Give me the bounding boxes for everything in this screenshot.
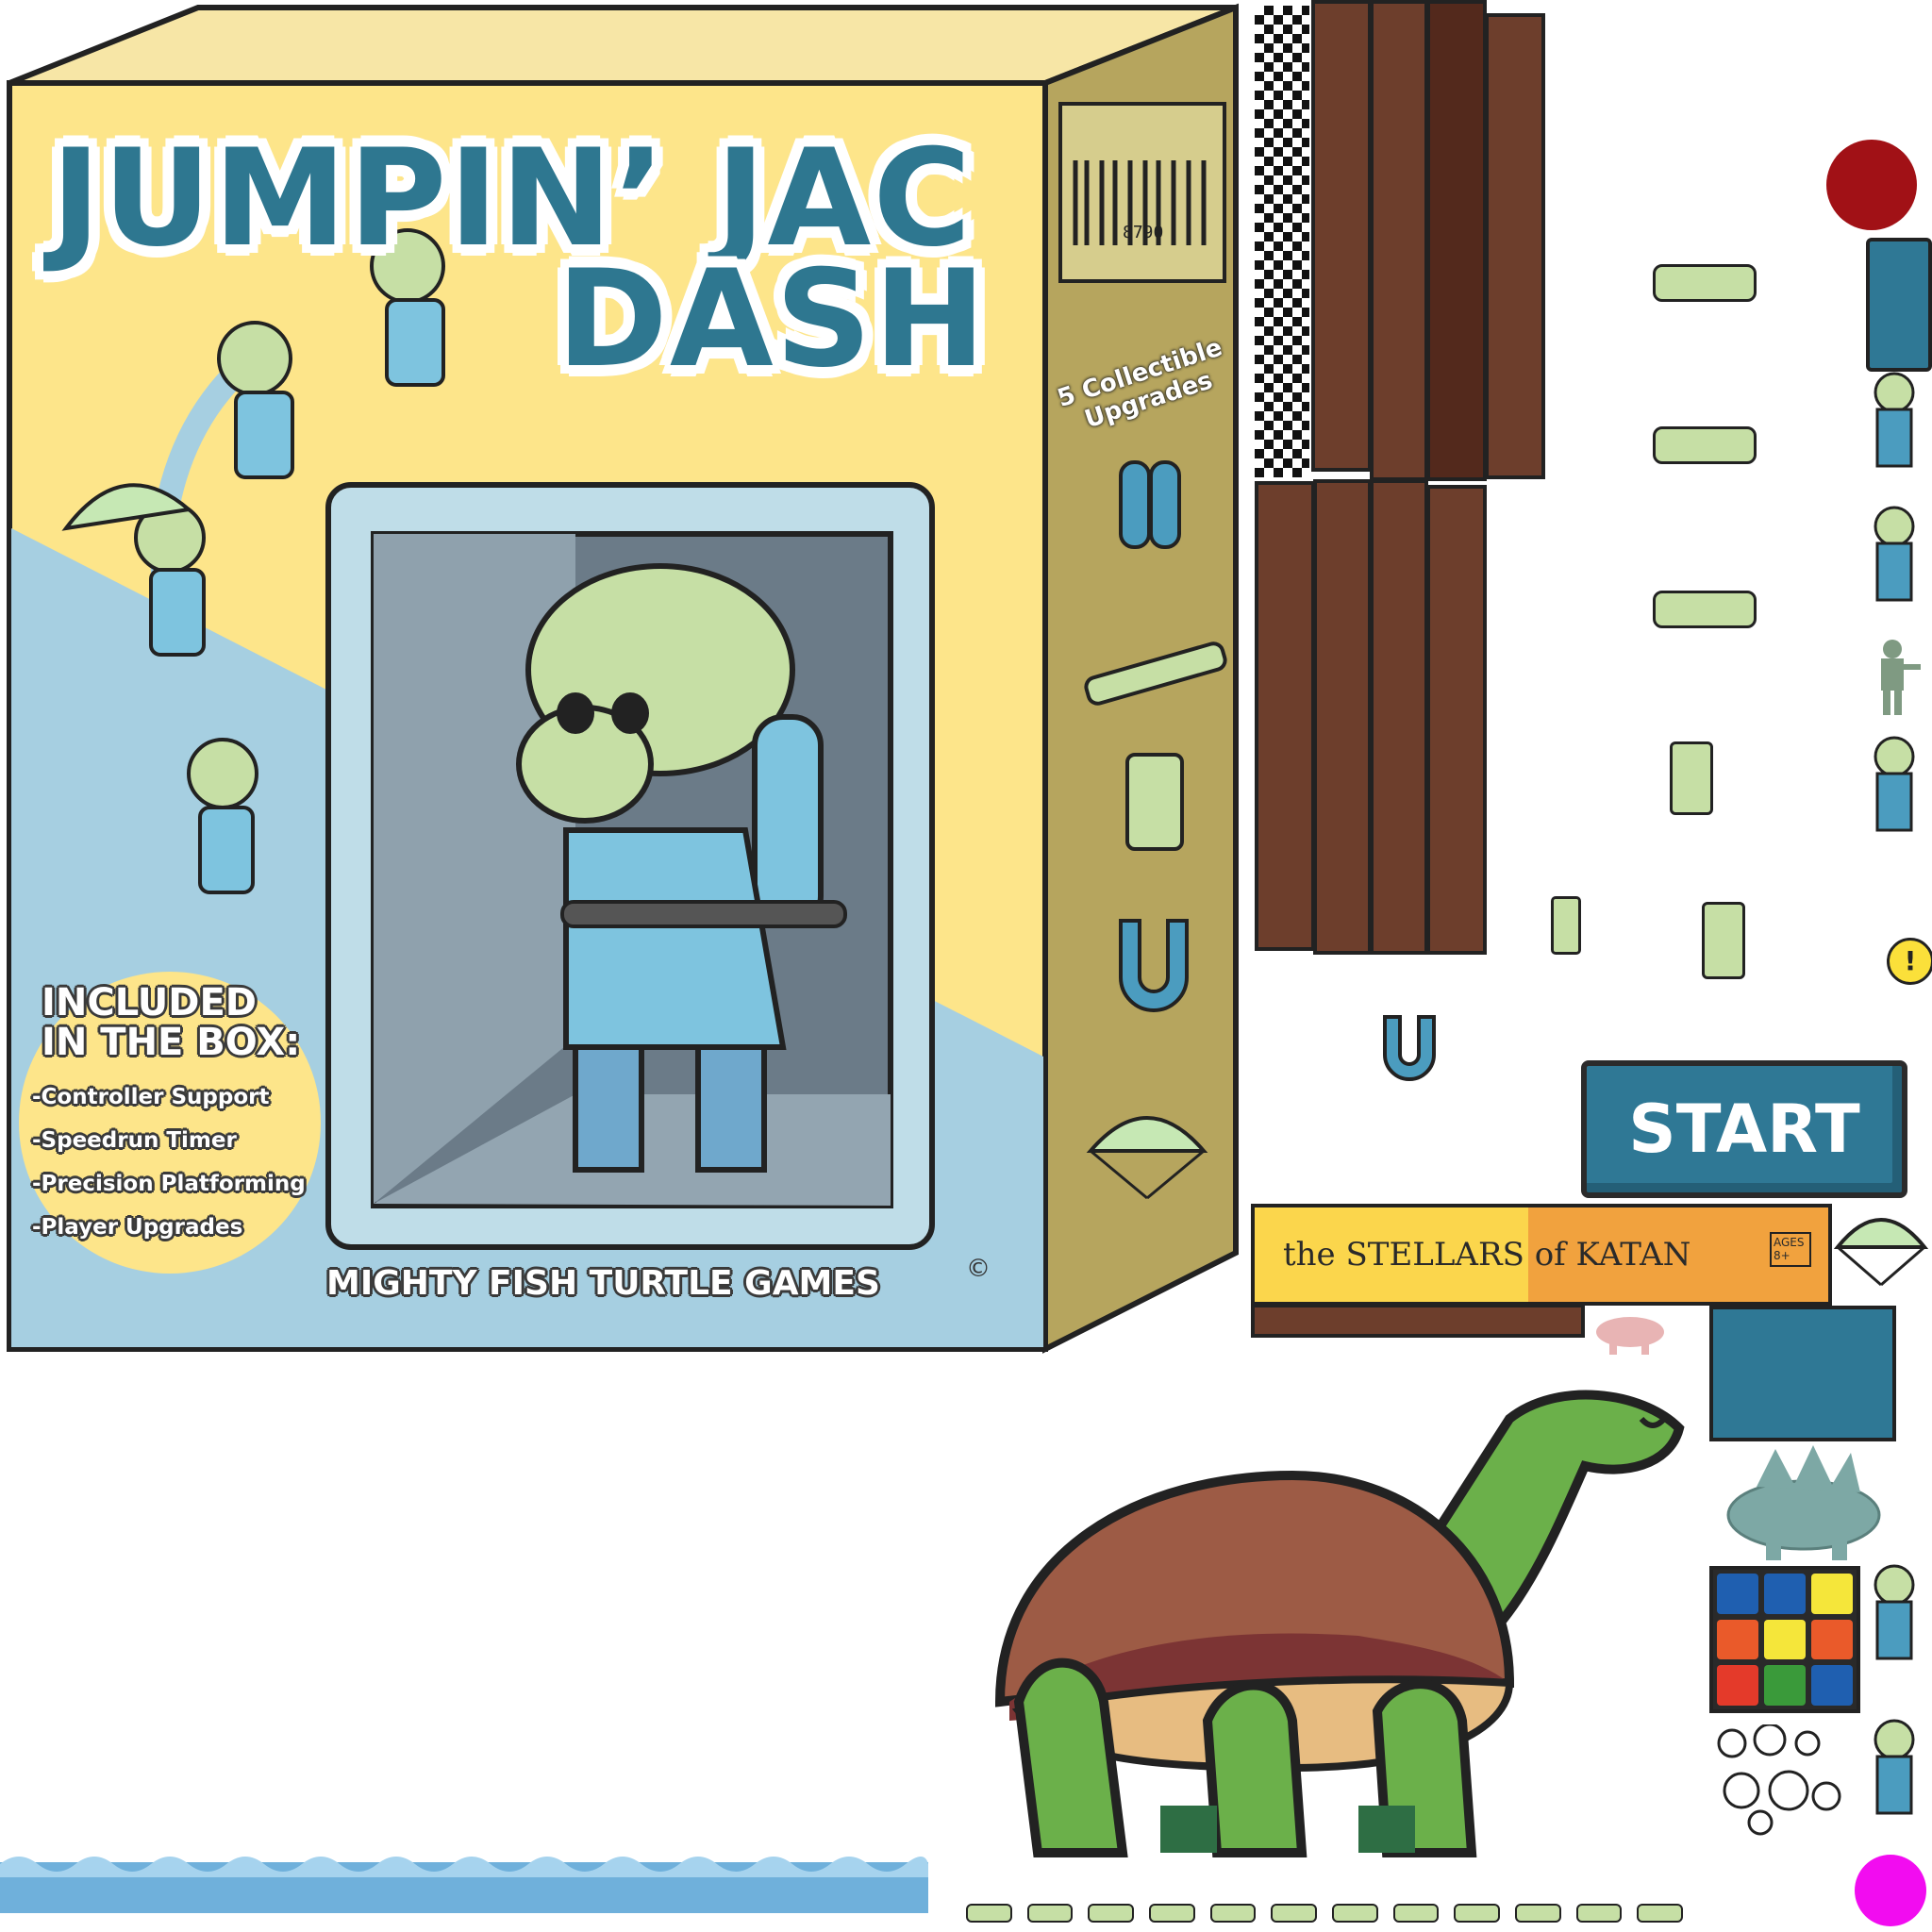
rocket-sprite bbox=[1088, 1904, 1135, 1923]
battery-icon bbox=[1123, 745, 1189, 858]
shelf-board bbox=[1251, 1304, 1585, 1338]
rocket-sprite bbox=[1271, 1904, 1318, 1923]
cube-tile bbox=[1717, 1619, 1758, 1660]
rocket-sprite bbox=[1637, 1904, 1684, 1923]
rocket-sprite bbox=[1026, 1904, 1074, 1923]
included-heading-2: IN THE BOX: bbox=[42, 1021, 301, 1064]
box-title-line2: DASH bbox=[557, 242, 988, 397]
cube-tile bbox=[1717, 1574, 1758, 1614]
rockets-icon bbox=[1075, 623, 1236, 708]
rocket-sprite bbox=[1575, 1904, 1623, 1923]
feature-item: -Player Upgrades bbox=[32, 1215, 243, 1240]
stellars-ages: AGES 8+ bbox=[1770, 1232, 1811, 1267]
battery-icon bbox=[1670, 741, 1713, 815]
start-button[interactable]: START bbox=[1581, 1060, 1907, 1198]
jac-sprite bbox=[1864, 372, 1924, 494]
included-heading-1: INCLUDED bbox=[42, 981, 257, 1024]
rocket-sprite bbox=[1653, 264, 1757, 302]
feature-item: -Controller Support bbox=[32, 1085, 270, 1109]
parachute-icon bbox=[1833, 1204, 1929, 1289]
rocket-sprite bbox=[1209, 1904, 1257, 1923]
copyright-mark: © bbox=[966, 1255, 991, 1283]
rocket-sprite bbox=[1653, 426, 1757, 464]
water-strip bbox=[0, 1845, 928, 1913]
publisher-label: MIGHTY FISH TURTLE GAMES bbox=[326, 1264, 880, 1303]
magenta-ball bbox=[1855, 1855, 1926, 1926]
battery-icon bbox=[1702, 902, 1745, 979]
jac-sprite bbox=[1864, 1564, 1924, 1687]
cube-tile bbox=[1764, 1665, 1806, 1706]
turtle-character bbox=[981, 1362, 1717, 1872]
rocket-sprite bbox=[966, 1904, 1012, 1923]
start-button-label: START bbox=[1628, 1091, 1860, 1168]
stellars-title: the STELLARS of KATAN bbox=[1283, 1236, 1691, 1274]
checkered-strip bbox=[1255, 6, 1309, 477]
cube-tile bbox=[1811, 1665, 1853, 1706]
barcode-number: 8790 bbox=[1123, 223, 1164, 242]
stellars-box: the STELLARS of KATAN AGES 8+ bbox=[1251, 1204, 1832, 1306]
features-list: -Controller Support -Speedrun Timer -Pre… bbox=[32, 1085, 306, 1258]
cube-tile bbox=[1717, 1665, 1758, 1706]
wood-planks bbox=[1253, 0, 1547, 962]
smoke-puffs bbox=[1713, 1723, 1855, 1838]
jac-sprite bbox=[1864, 1719, 1924, 1841]
jetpack-icon bbox=[1113, 453, 1189, 575]
feature-item: -Precision Platforming bbox=[32, 1172, 306, 1196]
cube-tile bbox=[1811, 1574, 1853, 1614]
warning-icon: ! bbox=[1887, 938, 1932, 985]
rocket-sprite bbox=[1653, 591, 1757, 628]
parachute-icon bbox=[1081, 1094, 1213, 1208]
cube-tile bbox=[1764, 1574, 1806, 1614]
red-ball bbox=[1826, 140, 1917, 230]
rocket-sprite bbox=[1332, 1904, 1378, 1923]
game-box: JUMPIN’ JAC DASH 5 Collectible Upgrades … bbox=[0, 0, 1245, 1358]
feature-item: -Speedrun Timer bbox=[32, 1128, 237, 1153]
jac-sprite bbox=[1864, 506, 1924, 628]
battery-icon bbox=[1551, 896, 1581, 955]
rocket-sprite bbox=[1515, 1904, 1561, 1923]
magnet-icon bbox=[1111, 911, 1196, 1034]
blue-panel bbox=[1709, 1306, 1896, 1441]
blue-panel bbox=[1866, 238, 1932, 372]
wood-plank-left bbox=[1255, 481, 1315, 951]
rocket-sprite bbox=[1149, 1904, 1195, 1923]
army-man-figure bbox=[1868, 638, 1921, 717]
color-cube bbox=[1709, 1566, 1860, 1713]
cube-tile bbox=[1811, 1619, 1853, 1660]
stegosaurus-figure bbox=[1709, 1440, 1907, 1562]
rocket-sprite bbox=[1392, 1904, 1440, 1923]
jac-sprite bbox=[1864, 736, 1924, 858]
magnet-icon bbox=[1379, 1011, 1440, 1092]
cube-tile bbox=[1764, 1619, 1806, 1660]
rocket-row bbox=[966, 1904, 1684, 1926]
rocket-sprite bbox=[1454, 1904, 1501, 1923]
pink-dino-figure bbox=[1581, 1304, 1675, 1357]
